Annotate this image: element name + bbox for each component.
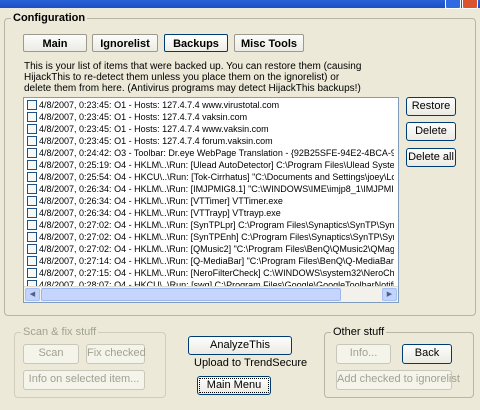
checkbox[interactable]	[27, 208, 37, 218]
backups-list[interactable]: 4/8/2007, 0:23:45: O1 - Hosts: 127.4.7.4…	[23, 97, 399, 303]
list-item[interactable]: 4/8/2007, 0:27:15: O4 - HKLM\..\Run: [Ne…	[24, 267, 394, 279]
delete-all-button[interactable]: Delete all	[406, 148, 456, 167]
list-item[interactable]: 4/8/2007, 0:27:02: O4 - HKLM\..\Run: [Sy…	[24, 231, 394, 243]
close-icon[interactable]	[462, 0, 478, 9]
list-item[interactable]: 4/8/2007, 0:25:54: O4 - HKCU\..\Run: [To…	[24, 171, 394, 183]
list-item[interactable]: 4/8/2007, 0:24:42: O3 - Toolbar: Dr.eye …	[24, 147, 394, 159]
checkbox[interactable]	[27, 184, 37, 194]
tab-misc-tools[interactable]: Misc Tools	[234, 34, 304, 52]
list-item[interactable]: 4/8/2007, 0:26:34: O4 - HKLM\..\Run: [IM…	[24, 183, 394, 195]
list-item[interactable]: 4/8/2007, 0:25:19: O4 - HKLM\..\Run: [Ul…	[24, 159, 394, 171]
scroll-left-icon[interactable]: ◀	[25, 288, 40, 301]
restore-button[interactable]: Restore	[406, 97, 456, 116]
add-to-ignorelist-button[interactable]: Add checked to ignorelist	[336, 370, 460, 390]
back-button[interactable]: Back	[402, 344, 452, 364]
checkbox[interactable]	[27, 196, 37, 206]
checkbox[interactable]	[27, 100, 37, 110]
checkbox[interactable]	[27, 256, 37, 266]
analyze-this-button[interactable]: AnalyzeThis	[188, 336, 292, 355]
checkbox[interactable]	[27, 112, 37, 122]
description-line: This is your list of items that were bac…	[24, 61, 362, 72]
checkbox[interactable]	[27, 160, 37, 170]
checkbox[interactable]	[27, 136, 37, 146]
info-selected-button[interactable]: Info on selected item...	[23, 370, 145, 390]
checkbox[interactable]	[27, 268, 37, 278]
list-item[interactable]: 4/8/2007, 0:27:02: O4 - HKLM\..\Run: [QM…	[24, 243, 394, 255]
list-item[interactable]: 4/8/2007, 0:27:02: O4 - HKLM\..\Run: [Sy…	[24, 219, 394, 231]
configuration-label: Configuration	[11, 12, 88, 24]
list-item[interactable]: 4/8/2007, 0:23:45: O1 - Hosts: 127.4.7.4…	[24, 135, 394, 147]
list-item[interactable]: 4/8/2007, 0:23:45: O1 - Hosts: 127.4.7.4…	[24, 99, 394, 111]
list-item[interactable]: 4/8/2007, 0:23:45: O1 - Hosts: 127.4.7.4…	[24, 123, 394, 135]
checkbox[interactable]	[27, 220, 37, 230]
tab-ignorelist[interactable]: Ignorelist	[92, 34, 158, 52]
list-item[interactable]: 4/8/2007, 0:27:14: O4 - HKLM\..\Run: [Q-…	[24, 255, 394, 267]
checkbox[interactable]	[27, 244, 37, 254]
horizontal-scrollbar[interactable]: ◀ ▶	[24, 286, 398, 302]
tab-main[interactable]: Main	[23, 34, 87, 52]
checkbox[interactable]	[27, 232, 37, 242]
window-titlebar	[0, 0, 480, 9]
other-stuff-label: Other stuff	[331, 326, 387, 338]
info-button[interactable]: Info...	[336, 344, 391, 364]
list-item[interactable]: 4/8/2007, 0:23:45: O1 - Hosts: 127.4.7.4…	[24, 111, 394, 123]
list-item[interactable]: 4/8/2007, 0:26:34: O4 - HKLM\..\Run: [VT…	[24, 195, 394, 207]
backups-description: This is your list of items that were bac…	[24, 61, 394, 94]
scan-button[interactable]: Scan	[23, 344, 79, 364]
delete-button[interactable]: Delete	[406, 122, 456, 141]
scroll-right-icon[interactable]: ▶	[382, 288, 397, 301]
maximize-icon[interactable]	[445, 0, 461, 9]
list-item[interactable]: 4/8/2007, 0:26:34: O4 - HKLM\..\Run: [VT…	[24, 207, 394, 219]
upload-trendsecure-label: Upload to TrendSecure	[194, 357, 308, 369]
description-line: delete them from here. (Antivirus progra…	[24, 83, 361, 94]
checkbox[interactable]	[27, 124, 37, 134]
fix-checked-button[interactable]: Fix checked	[86, 344, 146, 364]
description-line: HijackThis to re-detect them unless you …	[24, 72, 340, 83]
tab-backups[interactable]: Backups	[164, 34, 228, 52]
scan-fix-label: Scan & fix stuff	[21, 326, 99, 338]
checkbox[interactable]	[27, 148, 37, 158]
scrollbar-thumb[interactable]	[41, 288, 341, 301]
checkbox[interactable]	[27, 172, 37, 182]
main-menu-button[interactable]: Main Menu	[197, 376, 271, 395]
